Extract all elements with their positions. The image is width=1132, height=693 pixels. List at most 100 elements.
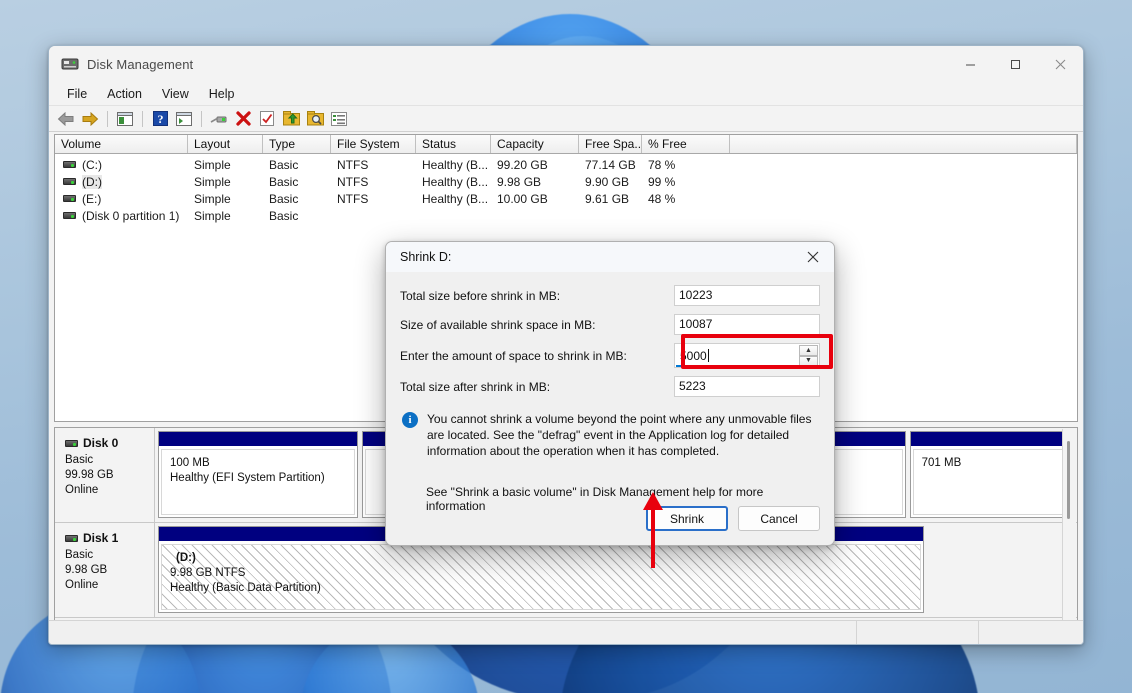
disk-title: Disk 1 xyxy=(65,531,154,546)
shrink-amount-input[interactable]: 5000 ▲ ▼ xyxy=(674,343,820,368)
status-cell: Healthy (B... xyxy=(422,191,489,206)
layout-cell: Simple xyxy=(194,191,231,206)
minimize-button[interactable] xyxy=(948,46,993,82)
partition-recovery[interactable]: 701 MB xyxy=(909,431,1074,518)
capacity-cell: 9.98 GB xyxy=(497,174,542,189)
column-header-volume[interactable]: Volume xyxy=(55,135,188,153)
menu-action[interactable]: Action xyxy=(97,84,152,104)
input-focus-underline xyxy=(676,365,797,367)
column-header-type[interactable]: Type xyxy=(263,135,331,153)
back-icon[interactable] xyxy=(55,108,77,130)
toolbar: ? xyxy=(49,106,1083,132)
field-available-shrink-space: Size of available shrink space in MB: 10… xyxy=(400,310,820,339)
disk-state: Online xyxy=(65,579,99,591)
show-hide-action-pane-icon[interactable] xyxy=(173,108,195,130)
file-system-cell: NTFS xyxy=(337,157,369,172)
column-header-filler xyxy=(730,135,1077,153)
dialog-title: Shrink D: xyxy=(400,250,452,264)
volume-list-header: Volume Layout Type File System Status Ca… xyxy=(55,135,1077,154)
refresh-icon[interactable] xyxy=(256,108,278,130)
info-message-text: You cannot shrink a volume beyond the po… xyxy=(427,412,812,458)
field-label: Size of available shrink space in MB: xyxy=(400,317,596,332)
column-header-percent-free[interactable]: % Free xyxy=(642,135,730,153)
delete-icon[interactable] xyxy=(232,108,254,130)
table-row[interactable]: (E:) Simple Basic NTFS Healthy (B... 10.… xyxy=(55,190,1077,207)
volume-label: (D:) xyxy=(82,174,102,189)
search-folder-icon[interactable] xyxy=(304,108,326,130)
disk-state: Online xyxy=(65,484,99,496)
dialog-close-button[interactable] xyxy=(792,242,834,272)
properties-icon[interactable] xyxy=(208,108,230,130)
list-view-icon[interactable] xyxy=(328,108,350,130)
status-cell-secondary xyxy=(857,621,979,644)
volume-label: (Disk 0 partition 1) xyxy=(82,208,180,223)
partition-efi[interactable]: 100 MB Healthy (EFI System Partition) xyxy=(158,431,359,518)
help-message-text: See "Shrink a basic volume" in Disk Mana… xyxy=(426,485,764,513)
info-message: i You cannot shrink a volume beyond the … xyxy=(400,401,820,459)
partition-size: 701 MB xyxy=(921,457,962,469)
spinner-up-icon[interactable]: ▲ xyxy=(799,345,818,356)
percent-free-cell: 78 % xyxy=(648,157,676,172)
cancel-button[interactable]: Cancel xyxy=(738,506,820,531)
volume-cell: (E:) xyxy=(55,192,188,206)
svg-text:?: ? xyxy=(157,112,163,126)
partition-status: Healthy (EFI System Partition) xyxy=(170,472,325,484)
column-header-file-system[interactable]: File System xyxy=(331,135,416,153)
status-cell-tertiary xyxy=(979,621,1083,644)
drive-icon xyxy=(63,195,76,202)
free-space-cell: 9.61 GB xyxy=(585,191,630,206)
field-total-size-after: Total size after shrink in MB: 5223 xyxy=(400,372,820,401)
type-cell: Basic xyxy=(269,191,299,206)
toolbar-separator xyxy=(142,110,143,127)
table-row[interactable]: (Disk 0 partition 1) Simple Basic xyxy=(55,207,1077,224)
column-header-free-space[interactable]: Free Spa... xyxy=(579,135,642,153)
volume-cell: (D:) xyxy=(55,174,188,189)
disk-pane-scrollbar[interactable] xyxy=(1062,429,1076,639)
column-header-capacity[interactable]: Capacity xyxy=(491,135,579,153)
partition-label: (D:) xyxy=(176,552,196,564)
status-cell: Healthy (B... xyxy=(422,174,489,189)
shrink-amount-stepper[interactable]: 5000 ▲ ▼ xyxy=(674,343,820,368)
menu-help[interactable]: Help xyxy=(199,84,245,104)
partition-size: 100 MB xyxy=(170,457,210,469)
menu-file[interactable]: File xyxy=(57,84,97,104)
partition-details: (D:) 9.98 GB NTFS Healthy (Basic Data Pa… xyxy=(161,544,921,610)
dialog-body: Total size before shrink in MB: 10223 Si… xyxy=(386,281,834,513)
status-cell-main xyxy=(49,621,857,644)
table-row[interactable]: (C:) Simple Basic NTFS Healthy (B... 99.… xyxy=(55,156,1077,173)
spinner-buttons[interactable]: ▲ ▼ xyxy=(799,345,818,366)
desktop: Disk Management File Action View Help ? … xyxy=(0,0,1132,693)
table-row[interactable]: (D:) Simple Basic NTFS Healthy (B... 9.9… xyxy=(55,173,1077,190)
disk-size: 9.98 GB xyxy=(65,564,108,576)
show-hide-console-tree-icon[interactable] xyxy=(114,108,136,130)
free-space-cell: 77.14 GB xyxy=(585,157,636,172)
field-label: Enter the amount of space to shrink in M… xyxy=(400,348,627,363)
information-icon: i xyxy=(402,412,418,428)
disk-icon xyxy=(65,535,78,542)
free-space-cell: 9.90 GB xyxy=(585,174,630,189)
help-icon[interactable]: ? xyxy=(149,108,171,130)
scrollbar-thumb[interactable] xyxy=(1067,441,1070,519)
forward-icon[interactable] xyxy=(79,108,101,130)
toolbar-separator xyxy=(107,110,108,127)
rescan-disks-icon[interactable] xyxy=(280,108,302,130)
window-controls xyxy=(948,46,1083,82)
menu-view[interactable]: View xyxy=(152,84,199,104)
capacity-cell: 99.20 GB xyxy=(497,157,548,172)
layout-cell: Simple xyxy=(194,174,231,189)
file-system-cell: NTFS xyxy=(337,191,369,206)
spinner-down-icon[interactable]: ▼ xyxy=(799,355,818,366)
maximize-button[interactable] xyxy=(993,46,1038,82)
percent-free-cell: 48 % xyxy=(648,191,676,206)
status-bar xyxy=(49,620,1083,644)
disk-type: Basic xyxy=(65,454,94,466)
window-title: Disk Management xyxy=(87,56,194,72)
column-header-layout[interactable]: Layout xyxy=(188,135,263,153)
disk-size: 99.98 GB xyxy=(65,469,114,481)
type-cell: Basic xyxy=(269,208,299,223)
column-header-status[interactable]: Status xyxy=(416,135,491,153)
drive-icon xyxy=(63,178,76,185)
disk-info-1: Disk 1 Basic 9.98 GB Online xyxy=(55,523,155,617)
close-button[interactable] xyxy=(1038,46,1083,82)
disk-title: Disk 0 xyxy=(65,436,154,451)
